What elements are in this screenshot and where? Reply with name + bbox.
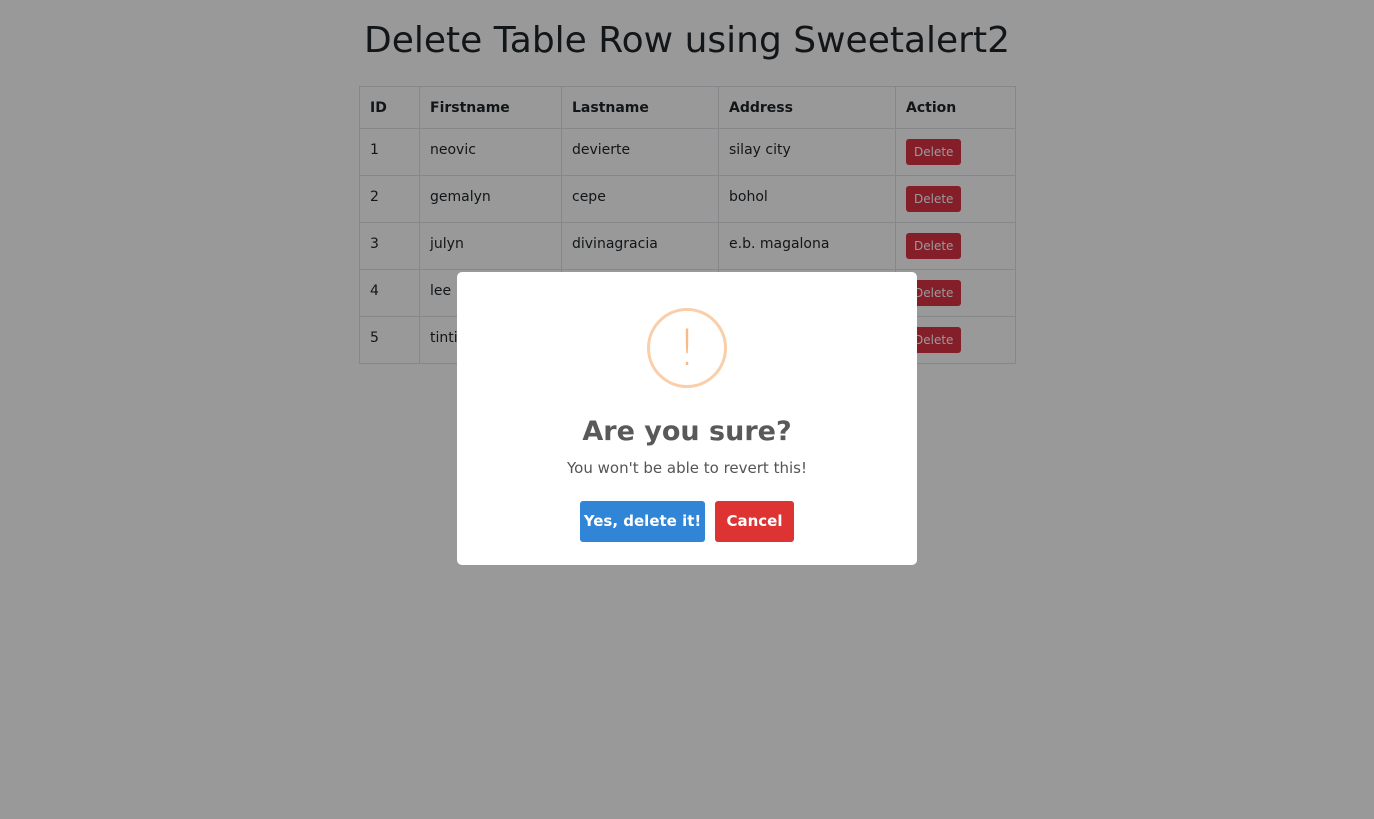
page: Delete Table Row using Sweetalert2 ID Fi…	[0, 0, 1374, 819]
warning-icon: !	[647, 308, 727, 388]
confirm-delete-button[interactable]: Yes, delete it!	[580, 501, 705, 542]
dialog-message: You won't be able to revert this!	[567, 459, 807, 477]
dialog-actions: Yes, delete it! Cancel	[457, 501, 917, 542]
cancel-button[interactable]: Cancel	[715, 501, 794, 542]
dialog-title: Are you sure?	[582, 416, 792, 447]
confirm-dialog: ! Are you sure? You won't be able to rev…	[457, 272, 917, 565]
